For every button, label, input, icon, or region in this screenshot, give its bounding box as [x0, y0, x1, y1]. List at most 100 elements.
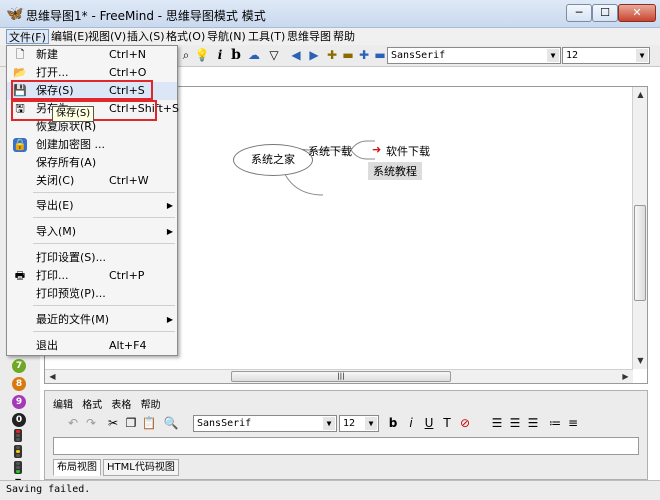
- menu-item-print-setup[interactable]: 打印设置(S)...: [7, 249, 177, 267]
- copy-icon[interactable]: ❐: [123, 415, 139, 431]
- open-folder-icon: 📂: [13, 66, 27, 79]
- menu-item-shortcut: Ctrl+N: [109, 48, 147, 61]
- menu-item-close[interactable]: 关闭(C) Ctrl+W: [7, 172, 177, 190]
- chevron-down-icon: ▼: [365, 417, 377, 430]
- menu-view[interactable]: 视图(V): [86, 29, 128, 44]
- cloud-icon[interactable]: ☁: [246, 47, 262, 63]
- maximize-button[interactable]: ☐: [592, 4, 618, 22]
- scroll-thumb[interactable]: |||: [231, 371, 451, 382]
- tab-html-view[interactable]: HTML代码视图: [103, 459, 179, 476]
- menu-item-label: 最近的文件(M): [36, 313, 110, 326]
- find-icon[interactable]: 🔍: [163, 415, 179, 431]
- editor-font-select[interactable]: SansSerif ▼: [193, 415, 337, 432]
- editor-size-select[interactable]: 12 ▼: [339, 415, 379, 432]
- filter-icon[interactable]: ▽: [266, 47, 282, 63]
- menu-item-print-preview[interactable]: 打印预览(P)...: [7, 285, 177, 303]
- printer-icon: 🖶: [14, 269, 26, 282]
- underline-icon[interactable]: U: [421, 415, 437, 431]
- editor-menu: 编辑 格式 表格 帮助: [53, 396, 167, 411]
- priority-8-icon[interactable]: 8: [12, 377, 26, 391]
- menu-item-recent-files[interactable]: 最近的文件(M) ▶: [7, 311, 177, 329]
- undo-icon[interactable]: ↶: [65, 415, 81, 431]
- menu-item-shortcut: Alt+F4: [109, 339, 147, 352]
- menu-item-shortcut: Ctrl+P: [109, 269, 145, 282]
- stop-light-icon[interactable]: [14, 429, 22, 442]
- menu-help[interactable]: 帮助: [331, 29, 357, 44]
- menu-item-import[interactable]: 导入(M) ▶: [7, 223, 177, 241]
- editor-menu-edit[interactable]: 编辑: [53, 400, 73, 411]
- italic-icon[interactable]: i: [403, 415, 419, 431]
- italic-icon[interactable]: i: [212, 47, 228, 63]
- node-software-download[interactable]: 软件下载: [386, 143, 430, 159]
- scroll-right-icon[interactable]: ▶: [619, 370, 632, 383]
- menu-item-label: 打印设置(S)...: [36, 251, 107, 264]
- back-arrow-icon[interactable]: ◀: [288, 47, 304, 63]
- scroll-down-icon[interactable]: ▼: [634, 354, 647, 367]
- remove-node-icon[interactable]: ▬: [340, 47, 356, 63]
- ordered-list-icon[interactable]: ≔: [547, 415, 563, 431]
- text-color-icon[interactable]: T: [439, 415, 455, 431]
- editor-menu-help[interactable]: 帮助: [141, 400, 161, 411]
- scroll-left-icon[interactable]: ◀: [46, 370, 59, 383]
- scroll-thumb[interactable]: [634, 205, 646, 301]
- font-family-select[interactable]: SansSerif ▼: [387, 47, 561, 64]
- bold-icon[interactable]: b: [385, 415, 401, 431]
- paste-icon[interactable]: 📋: [141, 415, 157, 431]
- menu-separator: [33, 331, 175, 332]
- forward-arrow-icon[interactable]: ▶: [306, 47, 322, 63]
- font-size-select[interactable]: 12 ▼: [562, 47, 650, 64]
- clear-format-icon[interactable]: ⊘: [457, 415, 473, 431]
- note-text-area[interactable]: [53, 437, 639, 455]
- close-button[interactable]: ✕: [618, 4, 656, 22]
- node-system-download[interactable]: 系统下载: [308, 143, 352, 159]
- menu-separator: [33, 305, 175, 306]
- unordered-list-icon[interactable]: ≡: [565, 415, 581, 431]
- menu-item-encrypted-map[interactable]: 🔒 创建加密图 ...: [7, 136, 177, 154]
- menu-item-label: 导入(M): [36, 225, 77, 238]
- horizontal-scrollbar[interactable]: ◀ ||| ▶: [45, 369, 633, 383]
- editor-font-value: SansSerif: [197, 418, 252, 429]
- menu-item-save-all[interactable]: 保存所有(A): [7, 154, 177, 172]
- menu-file[interactable]: 文件(F): [6, 29, 49, 44]
- priority-0-icon[interactable]: 0: [12, 413, 26, 427]
- vertical-scrollbar[interactable]: ▲ ▼: [632, 87, 647, 369]
- prepare-light-icon[interactable]: [14, 445, 22, 458]
- status-text: Saving failed.: [6, 484, 91, 495]
- zoom-in-icon[interactable]: ✚: [356, 47, 372, 63]
- minimize-button[interactable]: ─: [566, 4, 592, 22]
- align-center-icon[interactable]: ☰: [507, 415, 523, 431]
- chevron-down-icon: ▼: [547, 49, 559, 62]
- menu-format[interactable]: 格式(O): [164, 29, 207, 44]
- menu-navigate[interactable]: 导航(N): [205, 29, 248, 44]
- priority-7-icon[interactable]: 7: [12, 359, 26, 373]
- menu-item-print[interactable]: 🖶 打印... Ctrl+P: [7, 267, 177, 285]
- menu-item-export[interactable]: 导出(E) ▶: [7, 197, 177, 215]
- editor-menu-table[interactable]: 表格: [111, 400, 131, 411]
- tab-layout-view[interactable]: 布局视图: [53, 459, 101, 476]
- lightbulb-icon[interactable]: 💡: [194, 47, 210, 63]
- menu-insert[interactable]: 插入(S): [125, 29, 167, 44]
- zoom-out-icon[interactable]: ▬: [372, 47, 388, 63]
- new-file-icon: 🗋: [15, 48, 25, 61]
- menu-item-label: 导出(E): [36, 199, 74, 212]
- root-node[interactable]: 系统之家: [233, 144, 313, 176]
- bold-icon[interactable]: b: [228, 47, 244, 63]
- redo-icon[interactable]: ↷: [83, 415, 99, 431]
- priority-9-icon[interactable]: 9: [12, 395, 26, 409]
- menu-mindmap[interactable]: 思维导图: [285, 29, 333, 44]
- cut-icon[interactable]: ✂: [105, 415, 121, 431]
- zoom-icon[interactable]: ⌕: [178, 47, 194, 63]
- menu-item-new[interactable]: 🗋 新建 Ctrl+N: [7, 46, 177, 64]
- submenu-arrow-icon: ▶: [166, 227, 173, 236]
- go-light-icon[interactable]: [14, 461, 22, 474]
- menu-item-exit[interactable]: 退出 Alt+F4: [7, 337, 177, 355]
- menu-item-label: 打印...: [36, 269, 69, 282]
- node-system-tutorial[interactable]: 系统教程: [368, 162, 422, 180]
- menu-edit[interactable]: 编辑(E): [49, 29, 91, 44]
- scroll-up-icon[interactable]: ▲: [634, 88, 647, 101]
- menu-tools[interactable]: 工具(T): [246, 29, 287, 44]
- editor-menu-format[interactable]: 格式: [82, 400, 102, 411]
- add-node-icon[interactable]: ✚: [324, 47, 340, 63]
- align-left-icon[interactable]: ☰: [489, 415, 505, 431]
- align-right-icon[interactable]: ☰: [525, 415, 541, 431]
